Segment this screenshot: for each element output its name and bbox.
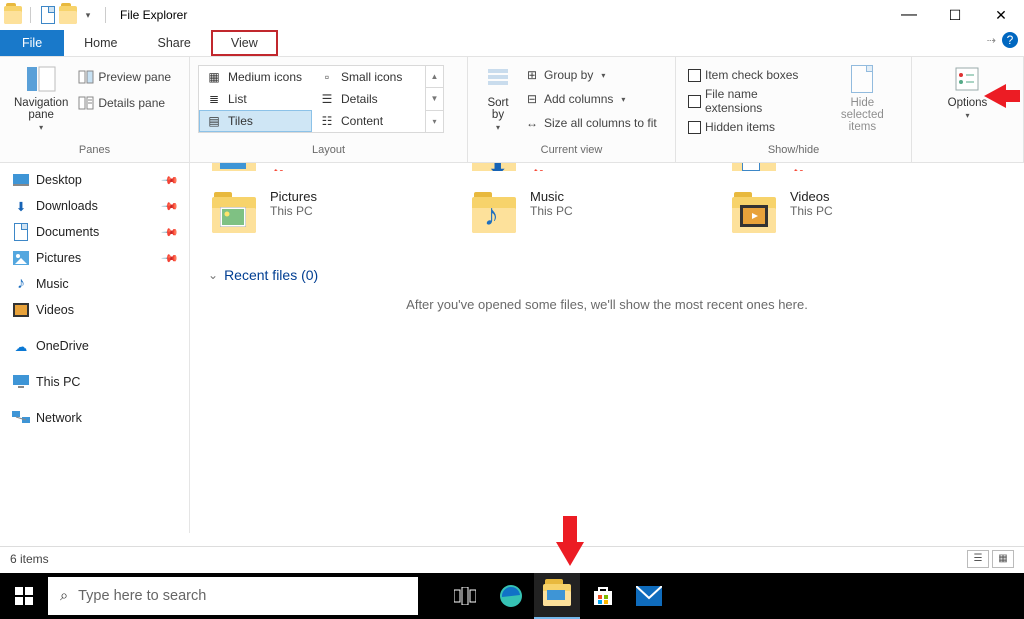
tile-videos[interactable]: VideosThis PC [728, 189, 948, 241]
recent-files-header[interactable]: ⌄ Recent files (0) [208, 267, 1006, 283]
store-icon[interactable] [580, 573, 626, 619]
ribbon-tabs: File Home Share View ⇢ ? [0, 30, 1024, 56]
details-pane-button[interactable]: Details pane [74, 91, 175, 115]
view-tiles-icon[interactable]: ▦ [992, 550, 1014, 568]
annotation-arrow-taskbar [556, 542, 584, 566]
add-columns-button[interactable]: ⊟Add columns▾ [520, 87, 661, 111]
tab-view[interactable]: View [211, 30, 278, 56]
mail-icon[interactable] [626, 573, 672, 619]
pin-icon: 📌 [161, 171, 180, 190]
file-explorer-taskbar-icon[interactable] [534, 573, 580, 619]
group-by-button[interactable]: ⊞Group by▾ [520, 63, 661, 87]
item-checkboxes-toggle[interactable]: Item check boxes [684, 63, 822, 87]
preview-pane-button[interactable]: Preview pane [74, 65, 175, 89]
explorer-app-icon [4, 6, 22, 24]
recent-empty-message: After you've opened some files, we'll sh… [208, 297, 1006, 312]
search-placeholder: Type here to search [78, 588, 206, 604]
tile-music[interactable]: ♪ MusicThis PC [468, 189, 688, 241]
nav-desktop[interactable]: Desktop📌 [0, 167, 189, 193]
edge-icon[interactable] [488, 573, 534, 619]
gallery-more-icon[interactable]: ▾ [426, 111, 443, 132]
annotation-arrow-options [984, 84, 1006, 108]
chevron-down-icon: ⌄ [208, 268, 218, 282]
gallery-up-icon[interactable]: ▲ [426, 66, 443, 88]
nav-music[interactable]: ♪Music [0, 271, 189, 297]
minimize-button[interactable]: — [886, 0, 932, 30]
hidden-items-toggle[interactable]: Hidden items [684, 115, 822, 139]
nav-network[interactable]: Network [0, 405, 189, 431]
task-view-icon[interactable] [442, 573, 488, 619]
nav-thispc[interactable]: This PC [0, 369, 189, 395]
maximize-button[interactable]: ☐ [932, 0, 978, 30]
nav-documents[interactable]: Documents📌 [0, 219, 189, 245]
tile-downloads[interactable]: ⬇ DownloadsThis PC📌 [468, 163, 688, 171]
nav-downloads[interactable]: ⬇Downloads📌 [0, 193, 189, 219]
content-pane: DesktopThis PC📌 ⬇ DownloadsThis PC📌 Docu… [190, 163, 1024, 533]
qat-dropdown-icon[interactable]: ▾ [79, 6, 97, 24]
gallery-down-icon[interactable]: ▼ [426, 88, 443, 110]
layout-details[interactable]: ☰Details [312, 88, 425, 110]
search-icon: ⌕ [60, 588, 68, 604]
layout-tiles[interactable]: ▤Tiles [199, 110, 312, 132]
layout-list[interactable]: ≣List [199, 88, 312, 110]
tab-file[interactable]: File [0, 30, 64, 56]
group-label-options [912, 144, 1023, 162]
group-label-panes: Panes [0, 144, 189, 162]
navigation-pane: Desktop📌 ⬇Downloads📌 Documents📌 Pictures… [0, 163, 190, 533]
nav-videos[interactable]: Videos [0, 297, 189, 323]
tab-share[interactable]: Share [138, 30, 211, 56]
nav-pictures[interactable]: Pictures📌 [0, 245, 189, 271]
titlebar: ▾ File Explorer — ☐ ✕ [0, 0, 1024, 30]
taskbar-search[interactable]: ⌕ Type here to search [48, 577, 418, 615]
qat-properties-icon[interactable] [39, 6, 57, 24]
group-label-showhide: Show/hide [676, 144, 911, 162]
minimize-ribbon-icon[interactable]: ⇢ [987, 34, 996, 47]
qat-newfolder-icon[interactable] [59, 6, 77, 24]
close-button[interactable]: ✕ [978, 0, 1024, 30]
group-label-layout: Layout [190, 144, 467, 162]
size-columns-button[interactable]: ↔Size all columns to fit [520, 111, 661, 135]
window-title: File Explorer [116, 8, 187, 22]
group-label-currentview: Current view [468, 144, 675, 162]
ribbon: Navigation pane ▾ Preview pane Details p… [0, 56, 1024, 163]
status-item-count: 6 items [10, 552, 49, 566]
help-icon[interactable]: ? [1002, 32, 1018, 48]
tile-pictures[interactable]: PicturesThis PC [208, 189, 428, 241]
layout-small-icons[interactable]: ▫Small icons [312, 66, 425, 88]
view-details-icon[interactable]: ☰ [967, 550, 989, 568]
sort-by-button[interactable]: Sort by ▾ [476, 61, 520, 134]
tile-documents[interactable]: DocumentsThis PC📌 [728, 163, 948, 171]
layout-gallery[interactable]: ▦Medium icons ≣List ▤Tiles ▫Small icons … [198, 65, 444, 133]
taskbar: ⌕ Type here to search [0, 573, 1024, 619]
nav-onedrive[interactable]: ☁OneDrive [0, 333, 189, 359]
layout-medium-icons[interactable]: ▦Medium icons [199, 66, 312, 88]
hide-selected-button[interactable]: Hide selected items [822, 61, 903, 135]
start-button[interactable] [0, 573, 48, 619]
file-extensions-toggle[interactable]: File name extensions [684, 89, 822, 113]
tile-desktop[interactable]: DesktopThis PC📌 [208, 163, 428, 171]
tab-home[interactable]: Home [64, 30, 137, 56]
navigation-pane-button[interactable]: Navigation pane ▾ [8, 61, 74, 134]
layout-content[interactable]: ☷Content [312, 110, 425, 132]
